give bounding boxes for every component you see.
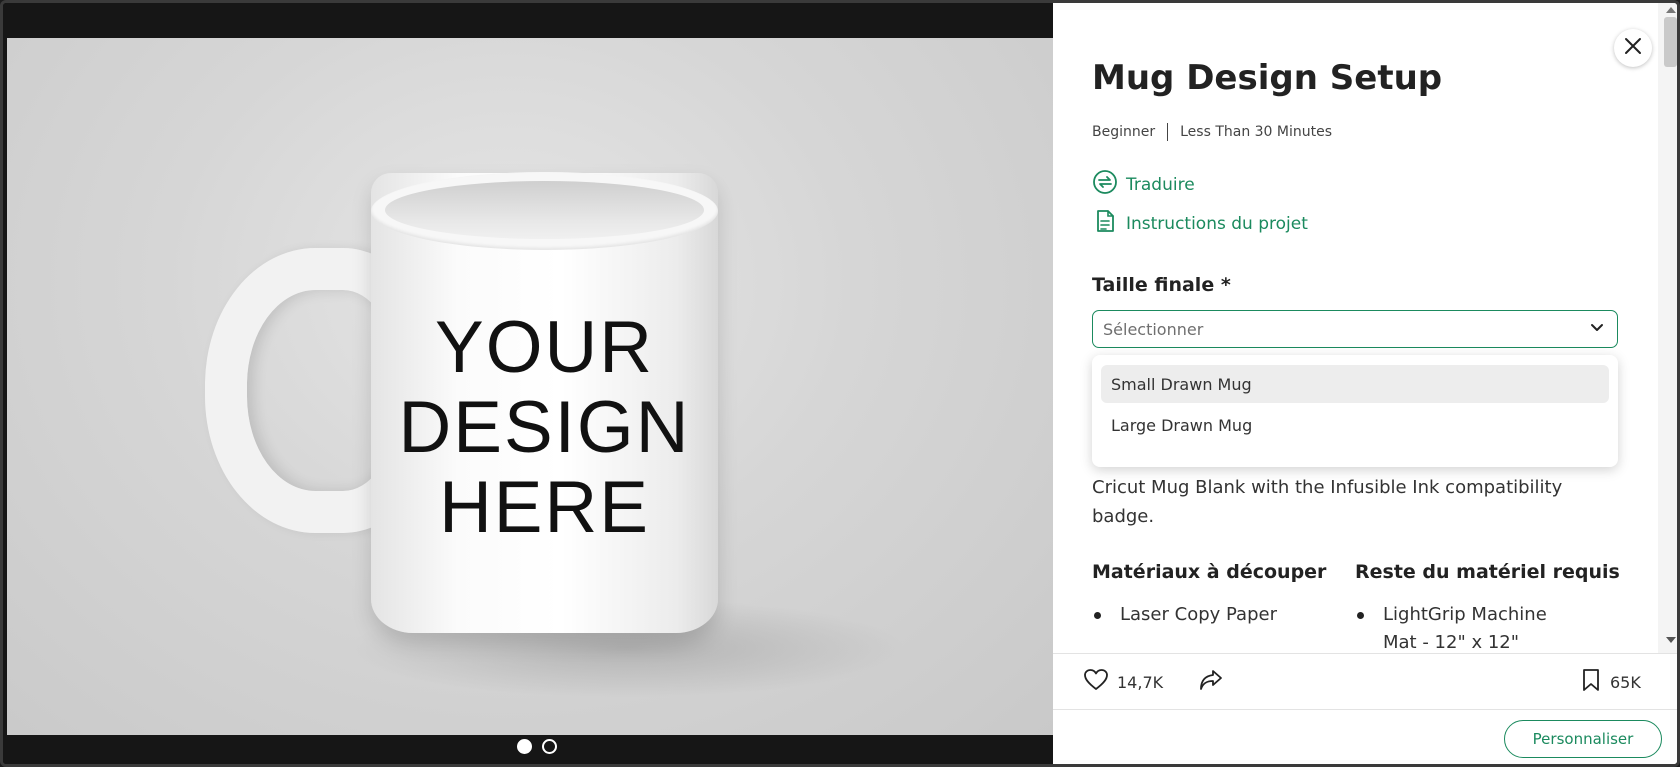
image-carousel: YOUR DESIGN HERE [3,3,1053,764]
bookmark-icon [1580,668,1602,696]
save-button[interactable]: 65K [1580,668,1641,696]
like-count: 14,7K [1117,672,1164,692]
other-materials-list: LightGrip Machine Mat - 12" x 12" [1355,601,1575,653]
project-meta: Beginner Less Than 30 Minutes [1092,123,1332,141]
details-scroll-area: Mug Design Setup Beginner Less Than 30 M… [1053,3,1658,653]
scroll-down-arrow[interactable] [1666,637,1676,643]
mug-text-line: YOUR [435,307,654,388]
cut-materials-list: Laser Copy Paper [1092,601,1342,629]
description-line: badge. [1092,506,1155,527]
share-button[interactable] [1198,668,1224,696]
meta-divider [1167,123,1169,141]
translate-icon [1092,169,1118,200]
panel-footer: Personnaliser [1053,709,1677,764]
mug-text-line: HERE [439,467,650,548]
share-icon [1198,668,1224,696]
heart-icon [1083,668,1109,696]
chevron-down-icon [1589,319,1605,339]
option-large-drawn-mug[interactable]: Large Drawn Mug [1101,406,1609,444]
carousel-dot-1[interactable] [517,739,532,754]
list-item: Laser Copy Paper [1092,601,1342,629]
project-modal: YOUR DESIGN HERE Mug Design Setup Beginn… [0,0,1680,767]
mug-text-line: DESIGN [398,387,691,468]
action-bar: 14,7K 65K [1053,653,1677,709]
save-count: 65K [1610,672,1641,692]
project-description: Cricut Mug Blank with the Infusible Ink … [1092,473,1612,531]
final-size-label: Taille finale * [1092,274,1231,296]
instructions-label: Instructions du projet [1126,213,1308,234]
select-placeholder: Sélectionner [1103,319,1204,339]
difficulty-level: Beginner [1092,124,1156,140]
description-line: Cricut Mug Blank with the Infusible Ink … [1092,477,1563,498]
carousel-dot-2[interactable] [542,739,557,754]
final-size-select[interactable]: Sélectionner [1092,310,1618,348]
like-button[interactable]: 14,7K [1083,668,1163,696]
panel-scrollbar[interactable] [1658,3,1677,653]
project-photo: YOUR DESIGN HERE [7,38,1053,735]
project-instructions-link[interactable]: Instructions du projet [1092,208,1308,239]
scroll-thumb[interactable] [1664,17,1677,67]
option-small-drawn-mug[interactable]: Small Drawn Mug [1101,365,1609,403]
document-icon [1092,208,1118,239]
translate-link[interactable]: Traduire [1092,169,1195,200]
project-details-panel: Mug Design Setup Beginner Less Than 30 M… [1053,3,1677,764]
other-materials-heading: Reste du matériel requis [1355,561,1620,583]
list-item: LightGrip Machine Mat - 12" x 12" [1355,601,1575,653]
scroll-up-arrow[interactable] [1666,7,1676,13]
page-title: Mug Design Setup [1092,58,1443,98]
mug-print-text: YOUR DESIGN HERE [371,308,718,548]
personalize-button[interactable]: Personnaliser [1504,720,1662,758]
project-duration: Less Than 30 Minutes [1180,124,1333,140]
mug-inside [385,181,704,239]
size-options-dropdown: Small Drawn Mug Large Drawn Mug [1092,355,1618,467]
translate-label: Traduire [1126,174,1195,195]
cut-materials-heading: Matériaux à découper [1092,561,1327,583]
close-icon [1623,36,1643,60]
close-button[interactable] [1614,29,1652,67]
carousel-dots [3,739,1053,759]
